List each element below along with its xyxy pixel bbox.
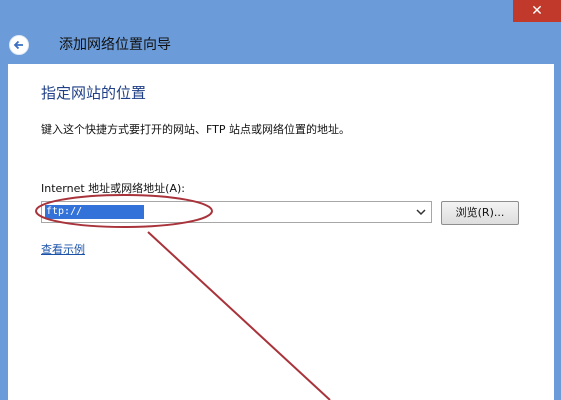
wizard-content: 指定网站的位置 键入这个快捷方式要打开的网站、FTP 站点或网络位置的地址。 I… [8,64,554,400]
window-titlebar: ✕ 添加网络位置向导 [0,0,561,64]
page-heading: 指定网站的位置 [41,84,147,102]
wizard-title: 添加网络位置向导 [59,37,171,53]
browse-button[interactable]: 浏览(R)... [441,201,519,225]
close-icon: ✕ [531,3,543,19]
address-combobox[interactable]: ftp:// [41,201,432,223]
dropdown-button[interactable] [413,203,429,221]
chevron-down-icon [416,209,426,216]
address-label: Internet 地址或网络地址(A): [41,182,185,195]
address-input-value[interactable]: ftp:// [45,205,145,219]
back-arrow-icon [13,40,23,50]
view-example-link[interactable]: 查看示例 [41,241,85,257]
close-button[interactable]: ✕ [513,0,561,22]
page-description: 键入这个快捷方式要打开的网站、FTP 站点或网络位置的地址。 [41,123,350,136]
back-button[interactable] [9,35,29,55]
